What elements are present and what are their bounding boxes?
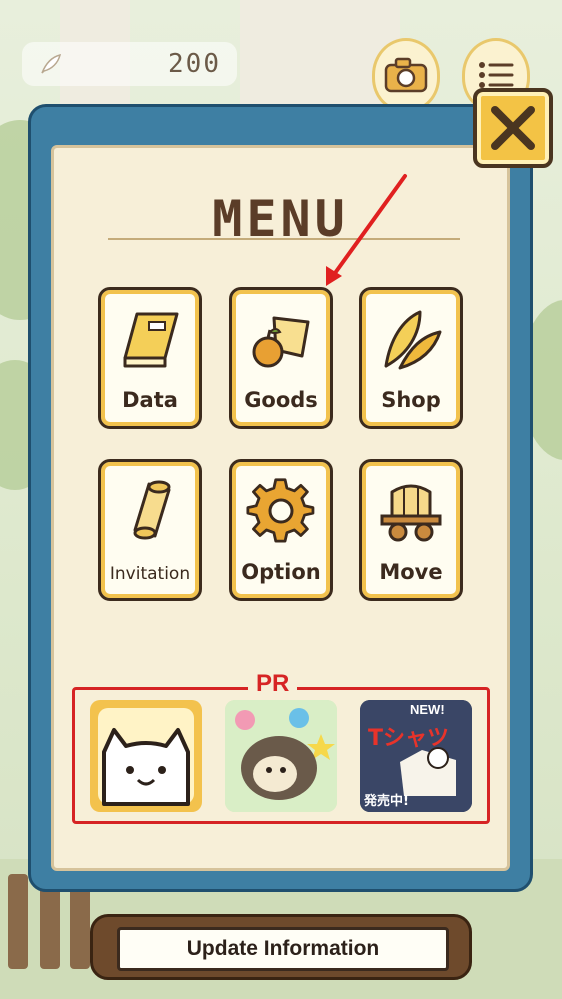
currency-value: 200 (168, 49, 221, 79)
camera-button[interactable] (372, 38, 440, 112)
invitation-label: Invitation (109, 564, 191, 584)
ad-neko-atsume[interactable] (90, 700, 202, 812)
data-button[interactable]: Data (98, 287, 202, 429)
ad-hedgehog[interactable] (225, 700, 337, 812)
shop-button[interactable]: Shop (359, 287, 463, 429)
gear-icon (246, 478, 315, 543)
goods-label: Goods (244, 388, 318, 412)
option-label: Option (241, 560, 321, 584)
move-button[interactable]: Move (359, 459, 463, 601)
feathers-icon (384, 310, 442, 370)
tshirt-title: Tシャツ (368, 726, 450, 751)
ad-tshirt[interactable]: NEW! Tシャツ 発売中! (360, 700, 472, 812)
tshirt-on-sale: 発売中! (364, 794, 409, 809)
pr-label: PR (248, 670, 298, 698)
invitation-button[interactable]: Invitation (98, 459, 202, 601)
wagon-icon (380, 484, 442, 542)
shop-label: Shop (381, 388, 441, 412)
option-button[interactable]: Option (229, 459, 333, 601)
tshirt-new-badge: NEW! (410, 702, 445, 717)
update-information-button[interactable]: Update Information (117, 927, 449, 971)
close-button[interactable] (473, 88, 553, 168)
goods-icon (252, 316, 310, 368)
close-icon (491, 106, 535, 150)
move-label: Move (379, 560, 443, 584)
neko-atsume-app-icon (98, 708, 194, 806)
data-label: Data (122, 388, 178, 412)
feather-icon (41, 53, 62, 74)
update-bar: Update Information (90, 914, 472, 980)
goods-button[interactable]: Goods (229, 287, 333, 429)
currency-counter: 200 (22, 42, 237, 86)
hedgehog-app-icon (225, 700, 337, 812)
book-icon (123, 312, 179, 368)
fence-post (8, 874, 28, 969)
title-divider (108, 238, 460, 240)
camera-icon (384, 57, 428, 93)
scroll-icon (133, 480, 171, 540)
